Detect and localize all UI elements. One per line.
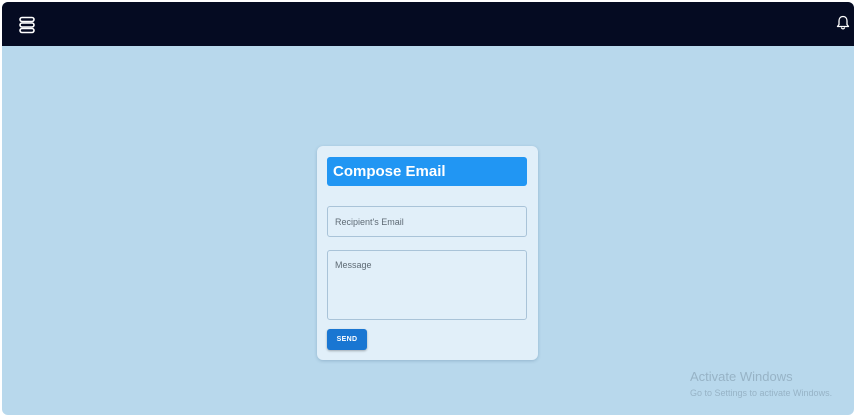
compose-email-card: Compose Email SEND [317,146,538,360]
activate-windows-watermark: Activate Windows Go to Settings to activ… [690,369,832,399]
menu-icon [19,16,35,34]
top-app-bar [2,2,854,46]
bell-icon [836,15,850,30]
menu-button[interactable] [18,16,36,34]
compose-email-title: Compose Email [327,157,527,186]
recipient-email-input[interactable] [327,206,527,237]
send-button[interactable]: SEND [327,329,367,350]
watermark-title: Activate Windows [690,369,793,384]
notifications-button[interactable] [836,15,850,31]
app-window: Compose Email SEND Activate Windows Go t… [2,2,854,415]
message-textarea[interactable] [327,250,527,320]
watermark-subtitle: Go to Settings to activate Windows. [690,388,833,398]
